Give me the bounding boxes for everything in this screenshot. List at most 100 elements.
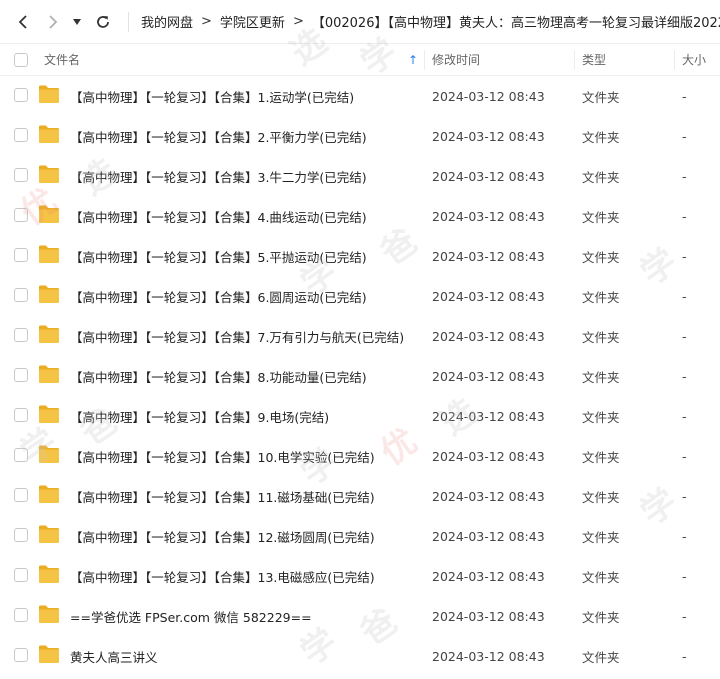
file-size: - [682,208,687,224]
breadcrumb-separator: > [292,14,304,29]
file-name[interactable]: 【高中物理】【一轮复习】【合集】1.运动学(已完结) [70,87,354,106]
column-header-type[interactable]: 类型 [582,51,606,68]
file-type: 文件夹 [582,609,620,625]
table-row[interactable]: 【高中物理】【一轮复习】【合集】4.曲线运动(已完结) 2024-03-12 0… [0,196,720,236]
column-divider[interactable] [424,50,425,70]
column-divider[interactable] [574,50,575,70]
row-checkbox[interactable] [14,328,30,342]
file-type: 文件夹 [582,449,620,465]
back-button[interactable] [12,0,34,44]
row-checkbox[interactable] [14,408,30,422]
history-dropdown-button[interactable] [70,0,84,44]
file-size: - [682,328,687,344]
breadcrumb-item-updates[interactable]: 学院区更新 [220,12,285,31]
select-all-checkbox[interactable] [14,52,30,67]
nav-divider [128,11,129,32]
file-type: 文件夹 [582,329,620,345]
modified-time: 2024-03-12 08:43 [432,168,545,184]
breadcrumb: 我的网盘 > 学院区更新 > 【002026】【高中物理】黄夫人：高三物理高考一… [141,0,720,44]
modified-time: 2024-03-12 08:43 [432,568,545,584]
folder-icon [38,404,60,424]
file-name[interactable]: 【高中物理】【一轮复习】【合集】8.功能动量(已完结) [70,367,367,386]
table-row[interactable]: 【高中物理】【一轮复习】【合集】2.平衡力学(已完结) 2024-03-12 0… [0,116,720,156]
row-checkbox[interactable] [14,88,30,102]
row-checkbox[interactable] [14,128,30,142]
row-checkbox[interactable] [14,368,30,382]
refresh-button[interactable] [92,0,114,44]
file-name[interactable]: 【高中物理】【一轮复习】【合集】13.电磁感应(已完结) [70,567,375,586]
file-type: 文件夹 [582,209,620,225]
file-name[interactable]: 【高中物理】【一轮复习】【合集】7.万有引力与航天(已完结) [70,327,404,346]
row-checkbox[interactable] [14,488,30,502]
folder-icon [38,204,60,224]
folder-icon [38,564,60,584]
column-header-name[interactable]: 文件名 [44,51,80,68]
file-name[interactable]: 黄夫人高三讲义 [70,647,158,666]
file-name[interactable]: 【高中物理】【一轮复习】【合集】3.牛二力学(已完结) [70,167,367,186]
navigation-bar: 我的网盘 > 学院区更新 > 【002026】【高中物理】黄夫人：高三物理高考一… [0,0,720,44]
row-checkbox[interactable] [14,168,30,182]
file-size: - [682,648,687,664]
row-checkbox[interactable] [14,208,30,222]
breadcrumb-item-my-drive[interactable]: 我的网盘 [141,12,193,31]
table-row[interactable]: 【高中物理】【一轮复习】【合集】3.牛二力学(已完结) 2024-03-12 0… [0,156,720,196]
file-type: 文件夹 [582,489,620,505]
table-row[interactable]: 【高中物理】【一轮复习】【合集】13.电磁感应(已完结) 2024-03-12 … [0,556,720,596]
table-row[interactable]: 【高中物理】【一轮复习】【合集】7.万有引力与航天(已完结) 2024-03-1… [0,316,720,356]
chevron-right-icon [49,14,58,29]
table-row[interactable]: 【高中物理】【一轮复习】【合集】5.平抛运动(已完结) 2024-03-12 0… [0,236,720,276]
table-row[interactable]: ==学爸优选 FPSer.com 微信 582229== 2024-03-12 … [0,596,720,636]
file-size: - [682,408,687,424]
modified-time: 2024-03-12 08:43 [432,408,545,424]
table-row[interactable]: 【高中物理】【一轮复习】【合集】1.运动学(已完结) 2024-03-12 08… [0,76,720,116]
folder-icon [38,244,60,264]
file-name[interactable]: 【高中物理】【一轮复习】【合集】6.圆周运动(已完结) [70,287,367,306]
file-name[interactable]: 【高中物理】【一轮复习】【合集】5.平抛运动(已完结) [70,247,367,266]
row-checkbox[interactable] [14,608,30,622]
column-divider[interactable] [674,50,675,70]
table-row[interactable]: 【高中物理】【一轮复习】【合集】10.电学实验(已完结) 2024-03-12 … [0,436,720,476]
folder-icon [38,284,60,304]
file-name[interactable]: 【高中物理】【一轮复习】【合集】4.曲线运动(已完结) [70,207,367,226]
row-checkbox[interactable] [14,288,30,302]
table-row[interactable]: 【高中物理】【一轮复习】【合集】8.功能动量(已完结) 2024-03-12 0… [0,356,720,396]
row-checkbox[interactable] [14,568,30,582]
file-type: 文件夹 [582,89,620,105]
file-name[interactable]: 【高中物理】【一轮复习】【合集】2.平衡力学(已完结) [70,127,367,146]
table-row[interactable]: 【高中物理】【一轮复习】【合集】11.磁场基础(已完结) 2024-03-12 … [0,476,720,516]
file-name[interactable]: ==学爸优选 FPSer.com 微信 582229== [70,607,312,626]
file-name[interactable]: 【高中物理】【一轮复习】【合集】10.电学实验(已完结) [70,447,375,466]
modified-time: 2024-03-12 08:43 [432,368,545,384]
row-checkbox[interactable] [14,528,30,542]
table-row[interactable]: 【高中物理】【一轮复习】【合集】9.电场(完结) 2024-03-12 08:4… [0,396,720,436]
breadcrumb-item-current-folder[interactable]: 【002026】【高中物理】黄夫人：高三物理高考一轮复习最详细版2022 [312,12,720,31]
table-row[interactable]: 黄夫人高三讲义 2024-03-12 08:43 文件夹 - [0,636,720,676]
column-header-size[interactable]: 大小 [682,51,706,68]
folder-icon [38,124,60,144]
row-checkbox[interactable] [14,448,30,462]
sort-ascending-icon[interactable]: ↑ [408,53,418,67]
modified-time: 2024-03-12 08:43 [432,648,545,664]
folder-icon [38,644,60,664]
table-row[interactable]: 【高中物理】【一轮复习】【合集】6.圆周运动(已完结) 2024-03-12 0… [0,276,720,316]
modified-time: 2024-03-12 08:43 [432,528,545,544]
file-type: 文件夹 [582,369,620,385]
file-name[interactable]: 【高中物理】【一轮复习】【合集】9.电场(完结) [70,407,329,426]
row-checkbox[interactable] [14,248,30,262]
file-name[interactable]: 【高中物理】【一轮复习】【合集】12.磁场圆周(已完结) [70,527,375,546]
modified-time: 2024-03-12 08:43 [432,88,545,104]
file-type: 文件夹 [582,569,620,585]
folder-icon [38,324,60,344]
caret-down-icon [73,18,81,25]
folder-icon [38,604,60,624]
forward-button[interactable] [42,0,64,44]
file-size: - [682,168,687,184]
file-name[interactable]: 【高中物理】【一轮复习】【合集】11.磁场基础(已完结) [70,487,375,506]
file-list: 【高中物理】【一轮复习】【合集】1.运动学(已完结) 2024-03-12 08… [0,76,720,676]
file-size: - [682,568,687,584]
column-header-modified-time[interactable]: 修改时间 [432,51,480,68]
row-checkbox[interactable] [14,648,30,662]
folder-icon [38,524,60,544]
table-row[interactable]: 【高中物理】【一轮复习】【合集】12.磁场圆周(已完结) 2024-03-12 … [0,516,720,556]
file-type: 文件夹 [582,169,620,185]
